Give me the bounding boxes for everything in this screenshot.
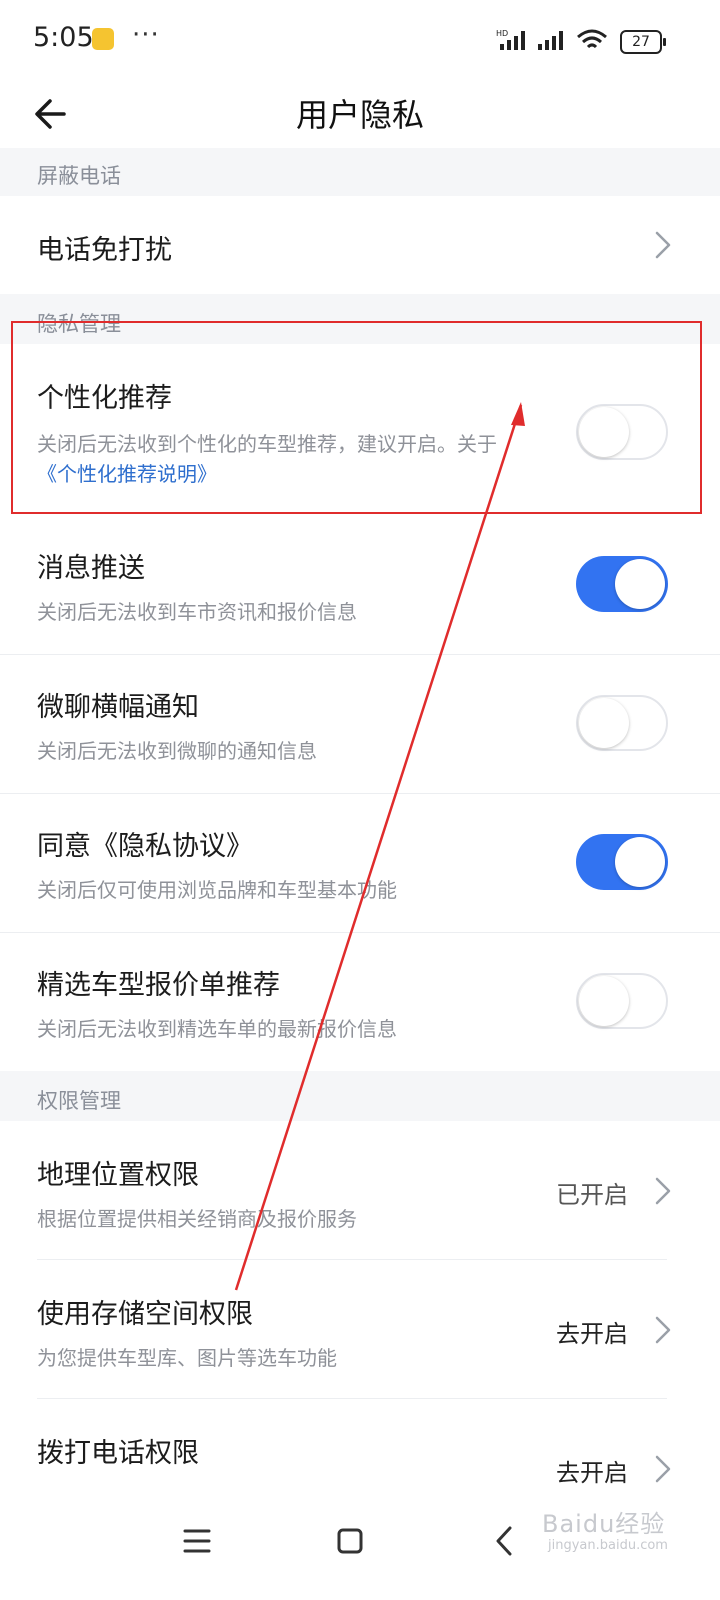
row-description: 根据位置提供相关经销商及报价服务 xyxy=(37,1207,357,1231)
top-app-bar: 用户隐私 xyxy=(0,80,720,148)
row-label: 地理位置权限 xyxy=(37,1160,199,1191)
row-label: 拨打电话权限 xyxy=(37,1438,199,1469)
row-description: 关闭后无法收到微聊的通知信息 xyxy=(37,739,317,763)
row-location-permission[interactable]: 地理位置权限 根据位置提供相关经销商及报价服务 已开启 xyxy=(0,1121,720,1259)
row-label: 微聊横幅通知 xyxy=(37,692,199,723)
status-time: 5:05 xyxy=(33,22,94,53)
chat-banner-toggle[interactable] xyxy=(576,695,668,751)
row-quote-recommend: 精选车型报价单推荐 关闭后无法收到精选车单的最新报价信息 xyxy=(0,933,720,1071)
permission-status: 去开启 xyxy=(556,1459,628,1487)
wifi-icon xyxy=(577,29,607,49)
signal-icon: HD xyxy=(496,29,525,50)
chevron-right-icon xyxy=(655,1455,671,1483)
chevron-right-icon xyxy=(655,231,671,259)
row-label: 精选车型报价单推荐 xyxy=(37,970,280,1001)
section-block-calls: 屏蔽电话 xyxy=(0,148,720,196)
agree-privacy-toggle[interactable] xyxy=(576,834,668,890)
signal-2-icon xyxy=(538,31,563,50)
row-description: 关闭后仅可使用浏览品牌和车型基本功能 xyxy=(37,878,397,902)
section-label: 屏蔽电话 xyxy=(37,164,121,188)
notification-icon xyxy=(92,28,114,50)
row-storage-permission[interactable]: 使用存储空间权限 为您提供车型库、图片等选车功能 去开启 xyxy=(0,1260,720,1398)
row-label: 同意《隐私协议》 xyxy=(37,831,253,862)
status-bar: 5:05 ··· HD 27 xyxy=(0,0,720,80)
toggle-knob xyxy=(579,698,629,748)
toggle-knob xyxy=(615,837,665,887)
watermark-text: Baidu经验 xyxy=(542,1510,666,1538)
row-agree-privacy: 同意《隐私协议》 关闭后仅可使用浏览品牌和车型基本功能 xyxy=(0,794,720,932)
row-label: 使用存储空间权限 xyxy=(37,1299,253,1330)
row-description: 关闭后无法收到车市资讯和报价信息 xyxy=(37,600,357,624)
chevron-right-icon xyxy=(655,1177,671,1205)
row-description: 为您提供车型库、图片等选车功能 xyxy=(37,1346,337,1370)
row-message-push: 消息推送 关闭后无法收到车市资讯和报价信息 xyxy=(0,516,720,654)
toggle-knob xyxy=(579,976,629,1026)
more-notifications-icon: ··· xyxy=(132,20,160,50)
permission-status: 已开启 xyxy=(556,1181,628,1209)
row-description: 关闭后无法收到精选车单的最新报价信息 xyxy=(37,1017,397,1041)
page-title: 用户隐私 xyxy=(295,96,424,134)
message-push-toggle[interactable] xyxy=(576,556,668,612)
row-label: 电话免打扰 xyxy=(37,235,172,266)
annotation-highlight-box xyxy=(11,321,702,514)
home-icon[interactable] xyxy=(325,1516,375,1566)
row-phone-permission[interactable]: 拨打电话权限 去开启 xyxy=(0,1399,720,1488)
watermark-url: jingyan.baidu.com xyxy=(548,1538,668,1553)
toggle-knob xyxy=(615,559,665,609)
section-permissions: 权限管理 xyxy=(0,1071,720,1121)
row-chat-banner: 微聊横幅通知 关闭后无法收到微聊的通知信息 xyxy=(0,655,720,793)
back-nav-icon[interactable] xyxy=(480,1516,530,1566)
row-do-not-disturb[interactable]: 电话免打扰 xyxy=(0,196,720,294)
menu-icon[interactable] xyxy=(172,1516,222,1566)
section-label: 权限管理 xyxy=(37,1089,121,1113)
svg-text:HD: HD xyxy=(496,29,508,38)
chevron-right-icon xyxy=(655,1316,671,1344)
permission-status: 去开启 xyxy=(556,1320,628,1348)
battery-icon: 27 xyxy=(620,30,666,54)
row-label: 消息推送 xyxy=(37,553,145,584)
quote-recommend-toggle[interactable] xyxy=(576,973,668,1029)
